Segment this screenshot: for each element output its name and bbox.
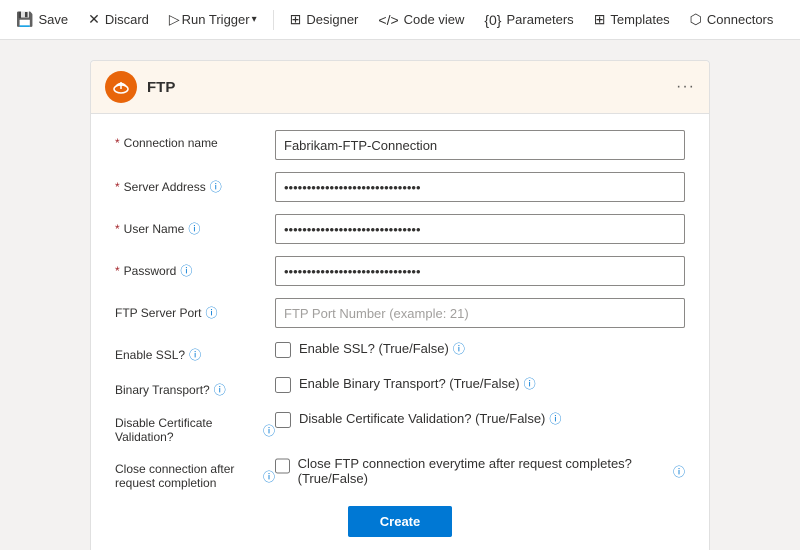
connection-name-control — [275, 130, 685, 160]
form-body: * Connection name * Server Address ⓘ — [91, 114, 709, 550]
ftp-menu-button[interactable]: ··· — [676, 78, 695, 96]
toolbar-divider-1 — [273, 10, 274, 30]
close-connection-label: Close connection after request completio… — [115, 456, 275, 490]
binary-transport-checkbox-info-icon[interactable]: ⓘ — [524, 375, 536, 392]
ftp-card: FTP ··· * Connection name * Server Addre… — [90, 60, 710, 550]
disable-cert-label: Disable Certificate Validation? ⓘ — [115, 410, 275, 444]
connection-name-row: * Connection name — [115, 130, 685, 160]
run-icon: ▷ — [169, 11, 180, 28]
parameters-button[interactable]: {0} Parameters — [476, 8, 581, 32]
binary-transport-control: Enable Binary Transport? (True/False) ⓘ — [275, 375, 685, 393]
parameters-label: Parameters — [506, 12, 573, 27]
server-address-label: * Server Address ⓘ — [115, 172, 275, 195]
disable-cert-info-icon[interactable]: ⓘ — [263, 422, 275, 439]
close-connection-info-icon[interactable]: ⓘ — [263, 468, 275, 485]
save-icon: 💾 — [16, 11, 33, 28]
discard-icon: ✕ — [88, 11, 100, 28]
close-connection-control: Close FTP connection everytime after req… — [275, 456, 685, 486]
create-btn-row: Create — [115, 506, 685, 545]
required-marker: * — [115, 136, 120, 150]
user-name-input[interactable] — [275, 214, 685, 244]
enable-ssl-checkbox[interactable] — [275, 342, 291, 358]
connection-name-input[interactable] — [275, 130, 685, 160]
ftp-title: FTP — [147, 79, 676, 96]
create-button[interactable]: Create — [348, 506, 452, 537]
disable-cert-control: Disable Certificate Validation? (True/Fa… — [275, 410, 685, 428]
binary-transport-info-icon[interactable]: ⓘ — [214, 381, 226, 398]
connection-name-label: * Connection name — [115, 130, 275, 150]
ftp-port-control — [275, 298, 685, 328]
close-connection-checkbox-label: Close FTP connection everytime after req… — [298, 456, 685, 486]
connectors-button[interactable]: ⬡ Connectors — [682, 7, 782, 32]
user-name-row: * User Name ⓘ — [115, 214, 685, 244]
discard-label: Discard — [105, 12, 149, 27]
close-connection-checkbox-info-icon[interactable]: ⓘ — [673, 463, 685, 480]
designer-label: Designer — [306, 12, 358, 27]
binary-transport-label: Binary Transport? ⓘ — [115, 375, 275, 398]
user-name-info-icon[interactable]: ⓘ — [188, 220, 200, 237]
server-address-input[interactable] — [275, 172, 685, 202]
templates-button[interactable]: ⊞ Templates — [586, 7, 678, 32]
disable-cert-checkbox[interactable] — [275, 412, 291, 428]
user-name-label: * User Name ⓘ — [115, 214, 275, 237]
ftp-icon — [105, 71, 137, 103]
ftp-port-row: FTP Server Port ⓘ — [115, 298, 685, 328]
password-label: * Password ⓘ — [115, 256, 275, 279]
designer-button[interactable]: ⊞ Designer — [282, 7, 367, 32]
disable-cert-checkbox-info-icon[interactable]: ⓘ — [549, 410, 561, 427]
enable-ssl-checkbox-info-icon[interactable]: ⓘ — [453, 340, 465, 357]
run-trigger-button[interactable]: ▷ Run Trigger ▾ — [161, 7, 265, 32]
run-trigger-dropdown-arrow: ▾ — [252, 14, 257, 25]
discard-button[interactable]: ✕ Discard — [80, 7, 157, 32]
connectors-label: Connectors — [707, 12, 773, 27]
server-address-row: * Server Address ⓘ — [115, 172, 685, 202]
server-address-info-icon[interactable]: ⓘ — [210, 178, 222, 195]
password-row: * Password ⓘ — [115, 256, 685, 286]
disable-cert-checkbox-label: Disable Certificate Validation? (True/Fa… — [299, 410, 561, 427]
binary-transport-checkbox-label: Enable Binary Transport? (True/False) ⓘ — [299, 375, 536, 392]
toolbar: 💾 Save ✕ Discard ▷ Run Trigger ▾ ⊞ Desig… — [0, 0, 800, 40]
enable-ssl-label: Enable SSL? ⓘ — [115, 340, 275, 363]
close-connection-checkbox[interactable] — [275, 458, 290, 474]
user-name-control — [275, 214, 685, 244]
close-connection-row: Close connection after request completio… — [115, 456, 685, 490]
ftp-port-label: FTP Server Port ⓘ — [115, 298, 275, 321]
enable-ssl-row: Enable SSL? ⓘ Enable SSL? (True/False) ⓘ — [115, 340, 685, 363]
binary-transport-checkbox[interactable] — [275, 377, 291, 393]
save-label: Save — [38, 12, 68, 27]
enable-ssl-checkbox-label: Enable SSL? (True/False) ⓘ — [299, 340, 465, 357]
connectors-icon: ⬡ — [690, 11, 702, 28]
code-view-button[interactable]: </> Code view — [370, 8, 472, 32]
server-address-control — [275, 172, 685, 202]
templates-label: Templates — [610, 12, 669, 27]
save-button[interactable]: 💾 Save — [8, 7, 76, 32]
parameters-icon: {0} — [484, 12, 501, 28]
main-content: FTP ··· * Connection name * Server Addre… — [0, 40, 800, 550]
code-view-label: Code view — [404, 12, 465, 27]
enable-ssl-control: Enable SSL? (True/False) ⓘ — [275, 340, 685, 358]
ftp-port-input[interactable] — [275, 298, 685, 328]
password-control — [275, 256, 685, 286]
templates-icon: ⊞ — [594, 11, 606, 28]
password-input[interactable] — [275, 256, 685, 286]
code-view-icon: </> — [378, 12, 398, 28]
enable-ssl-info-icon[interactable]: ⓘ — [189, 346, 201, 363]
disable-cert-row: Disable Certificate Validation? ⓘ Disabl… — [115, 410, 685, 444]
binary-transport-row: Binary Transport? ⓘ Enable Binary Transp… — [115, 375, 685, 398]
ftp-port-info-icon[interactable]: ⓘ — [205, 304, 217, 321]
designer-icon: ⊞ — [290, 11, 302, 28]
run-trigger-label: Run Trigger — [182, 12, 250, 27]
password-info-icon[interactable]: ⓘ — [180, 262, 192, 279]
ftp-header: FTP ··· — [91, 61, 709, 114]
